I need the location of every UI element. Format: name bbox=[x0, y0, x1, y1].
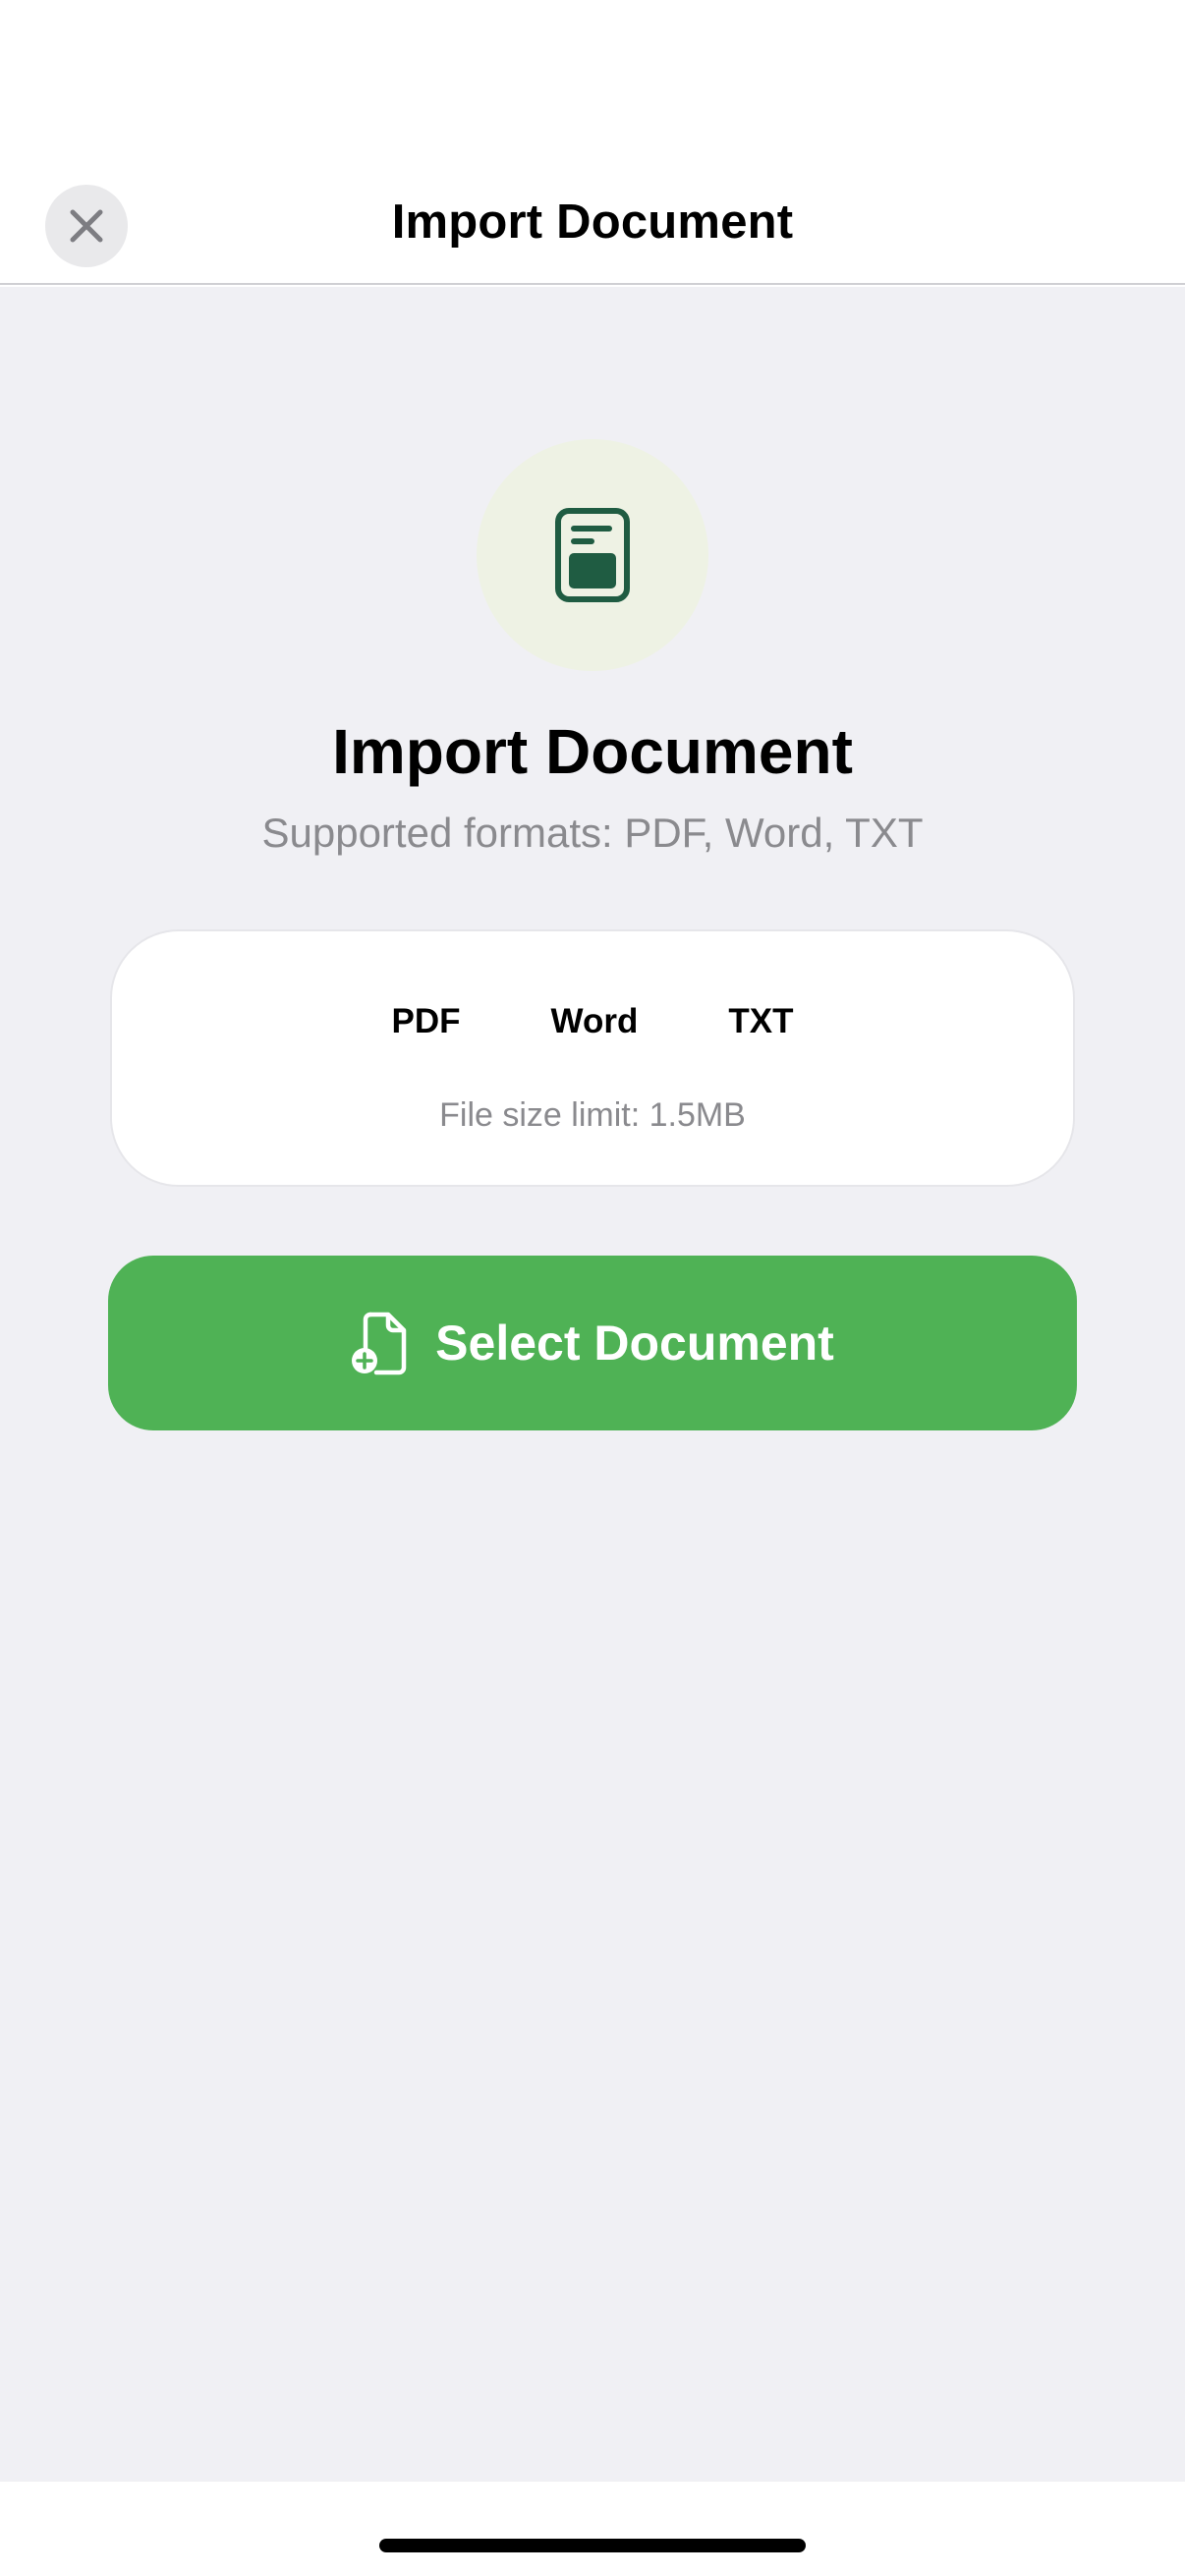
formats-card: PDF Word TXT File size limit: 1.5MB bbox=[110, 929, 1075, 1187]
format-word: Word bbox=[550, 1002, 639, 1040]
navigation-bar: Import Document bbox=[0, 0, 1185, 285]
import-document-screen: Import Document Import Document Supporte… bbox=[0, 0, 1185, 2576]
select-document-button[interactable]: Select Document bbox=[108, 1256, 1077, 1430]
format-list: PDF Word TXT bbox=[112, 1002, 1073, 1041]
format-pdf: PDF bbox=[391, 1002, 461, 1040]
main-content: Import Document Supported formats: PDF, … bbox=[0, 287, 1185, 2482]
document-add-icon bbox=[352, 1312, 407, 1375]
select-document-label: Select Document bbox=[435, 1316, 834, 1371]
bottom-safe-area bbox=[0, 2482, 1185, 2576]
supported-formats-text: Supported formats: PDF, Word, TXT bbox=[261, 810, 924, 856]
home-indicator[interactable] bbox=[379, 2539, 806, 2552]
page-heading: Import Document bbox=[332, 716, 853, 787]
hero-icon-circle bbox=[477, 439, 708, 671]
file-size-limit: File size limit: 1.5MB bbox=[439, 1096, 746, 1134]
nav-title: Import Document bbox=[391, 196, 794, 249]
format-txt: TXT bbox=[728, 1002, 794, 1040]
document-icon bbox=[555, 508, 630, 602]
